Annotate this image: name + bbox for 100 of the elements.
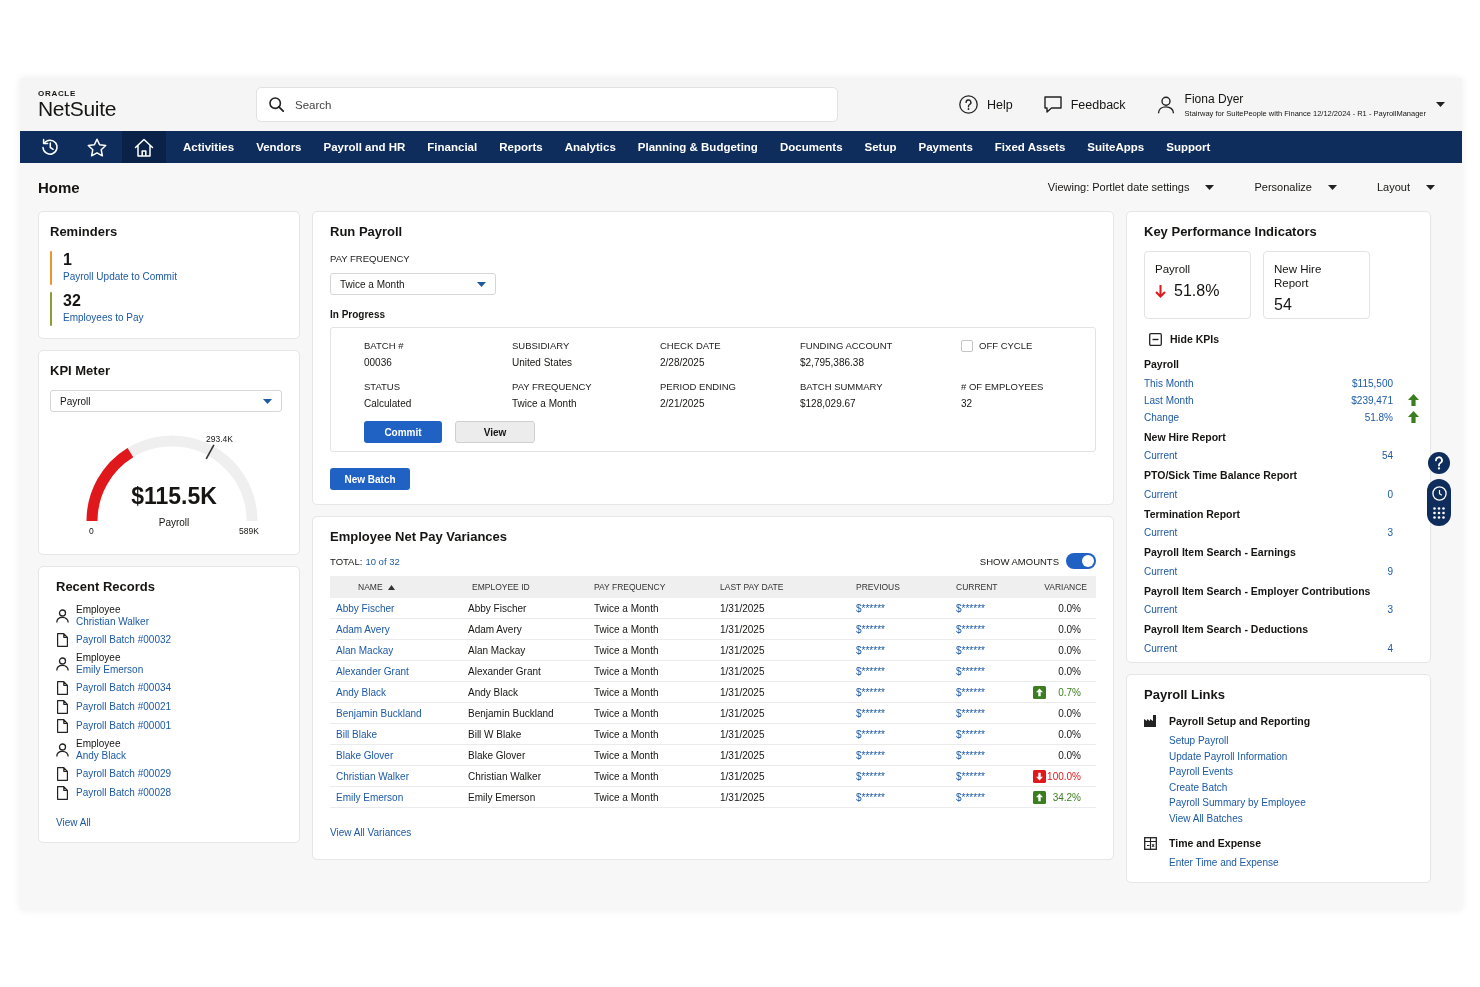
kpi-value-link[interactable]: $115,500 [1352,374,1393,392]
masked-amount-link[interactable]: $****** [956,728,985,740]
column-header[interactable]: PREVIOUS [856,582,900,592]
masked-amount-link[interactable]: $****** [956,665,985,677]
nav-menu-item[interactable]: Documents [779,141,843,153]
kpi-value-link[interactable]: 3 [1387,601,1393,618]
help-icon[interactable] [1428,452,1450,474]
kpi-row-link[interactable]: Change [1144,408,1180,426]
masked-amount-link[interactable]: $****** [956,791,985,803]
employee-name-link[interactable]: Abby Fischer [336,602,395,614]
masked-amount-link[interactable]: $****** [856,665,885,677]
page-menu-button[interactable]: Personalize [1254,181,1337,193]
record-link[interactable]: Payroll Batch #00001 [76,720,172,732]
kpi-row-link[interactable]: Current [1144,639,1178,657]
hide-kpis-button[interactable]: Hide KPIs [1149,332,1219,346]
new-batch-button[interactable]: New Batch [330,468,410,490]
reminder-link[interactable]: Payroll Update to Commit [63,269,177,285]
record-link[interactable]: Payroll Batch #00028 [76,787,172,799]
column-header[interactable]: PAY FREQUENCY [594,582,666,592]
view-all-link[interactable]: View All [56,816,91,830]
nav-menu-item[interactable]: Support [1166,141,1211,153]
masked-amount-link[interactable]: $****** [956,686,985,698]
nav-menu-item[interactable]: Planning & Budgeting [637,141,758,153]
feedback-button[interactable]: Feedback [1043,96,1126,113]
nav-menu-item[interactable]: Setup [864,141,897,153]
column-header[interactable]: NAME [358,582,383,592]
masked-amount-link[interactable]: $****** [856,602,885,614]
record-link[interactable]: Emily Emerson [76,664,144,676]
kpi-row-link[interactable]: Current [1144,485,1178,503]
record-link[interactable]: Payroll Batch #00021 [76,701,172,713]
kpi-row-link[interactable]: This Month [1144,374,1194,392]
nav-menu-item[interactable]: Payments [918,141,973,153]
column-header[interactable]: VARIANCE [1044,582,1087,592]
employee-name-link[interactable]: Christian Walker [336,770,409,782]
masked-amount-link[interactable]: $****** [856,749,885,761]
masked-amount-link[interactable]: $****** [856,686,885,698]
pay-frequency-select[interactable]: Twice a Month [330,273,496,295]
show-amounts-toggle[interactable] [1066,553,1096,569]
payroll-link[interactable]: Payroll Events [1169,764,1233,780]
column-header[interactable]: LAST PAY DATE [720,582,784,592]
help-button[interactable]: Help [959,95,1013,114]
kpi-value-link[interactable]: 9 [1387,562,1393,580]
employee-name-link[interactable]: Blake Glover [336,749,394,761]
kpi-value-link[interactable]: 51.8% [1364,408,1393,426]
masked-amount-link[interactable]: $****** [956,770,985,782]
employee-name-link[interactable]: Benjamin Buckland [336,707,422,719]
reminder-link[interactable]: Employees to Pay [63,310,144,326]
masked-amount-link[interactable]: $****** [856,770,885,782]
home-button[interactable] [122,131,166,163]
kpi-value-link[interactable]: 54 [1381,447,1393,464]
masked-amount-link[interactable]: $****** [856,644,885,656]
kpi-row-link[interactable]: Current [1144,562,1178,580]
nav-menu-item[interactable]: Payroll and HR [323,141,406,153]
payroll-link[interactable]: Enter Time and Expense [1169,855,1279,871]
view-all-variances-link[interactable]: View All Variances [330,826,412,840]
payroll-link[interactable]: Create Batch [1169,779,1228,795]
kpi-tile[interactable]: New Hire Report 54 [1263,251,1370,319]
masked-amount-link[interactable]: $****** [856,791,885,803]
sort-ascending-icon[interactable] [387,584,395,590]
employee-name-link[interactable]: Adam Avery [336,623,390,635]
nav-menu-item[interactable]: Analytics [564,141,616,153]
employee-name-link[interactable]: Bill Blake [336,728,378,740]
masked-amount-link[interactable]: $****** [856,623,885,635]
masked-amount-link[interactable]: $****** [856,728,885,740]
kpi-value-link[interactable]: 3 [1387,524,1393,541]
action-button[interactable]: View [455,421,535,443]
column-header[interactable]: EMPLOYEE ID [472,582,530,592]
kpi-select[interactable]: Payroll [50,390,282,412]
kpi-value-link[interactable]: 4 [1387,639,1393,657]
nav-menu-item[interactable]: Reports [499,141,543,153]
employee-name-link[interactable]: Andy Black [336,686,387,698]
checkbox[interactable] [961,340,973,352]
kpi-row-link[interactable]: Current [1144,447,1178,464]
masked-amount-link[interactable]: $****** [956,707,985,719]
page-menu-button[interactable]: Viewing: Portlet date settings [1047,181,1215,193]
record-link[interactable]: Payroll Batch #00034 [76,682,172,694]
nav-menu-item[interactable]: SuiteApps [1087,141,1145,153]
kpi-row-link[interactable]: Current [1144,524,1178,541]
clock-icon[interactable] [1431,485,1447,501]
record-link[interactable]: Payroll Batch #00029 [76,768,172,780]
nav-menu-item[interactable]: Vendors [256,141,302,153]
employee-name-link[interactable]: Alan Mackay [336,644,394,656]
payroll-link[interactable]: View All Batches [1169,810,1243,826]
masked-amount-link[interactable]: $****** [956,644,985,656]
kpi-row-link[interactable]: Last Month [1144,391,1194,409]
kpi-value-link[interactable]: 0 [1387,485,1393,503]
app-grid-icon[interactable] [1433,507,1445,520]
masked-amount-link[interactable]: $****** [856,707,885,719]
record-link[interactable]: Andy Black [76,750,127,762]
payroll-link[interactable]: Setup Payroll [1169,733,1229,749]
masked-amount-link[interactable]: $****** [956,749,985,761]
masked-amount-link[interactable]: $****** [956,602,985,614]
record-link[interactable]: Christian Walker [76,616,149,628]
payroll-link[interactable]: Payroll Summary by Employee [1169,795,1306,811]
nav-menu-item[interactable]: Activities [183,141,235,153]
column-header[interactable]: CURRENT [956,582,998,592]
kpi-value-link[interactable]: $239,471 [1351,391,1393,409]
employee-name-link[interactable]: Alexander Grant [336,665,409,677]
search-field[interactable]: Search [256,87,838,122]
record-link[interactable]: Payroll Batch #00032 [76,634,172,646]
